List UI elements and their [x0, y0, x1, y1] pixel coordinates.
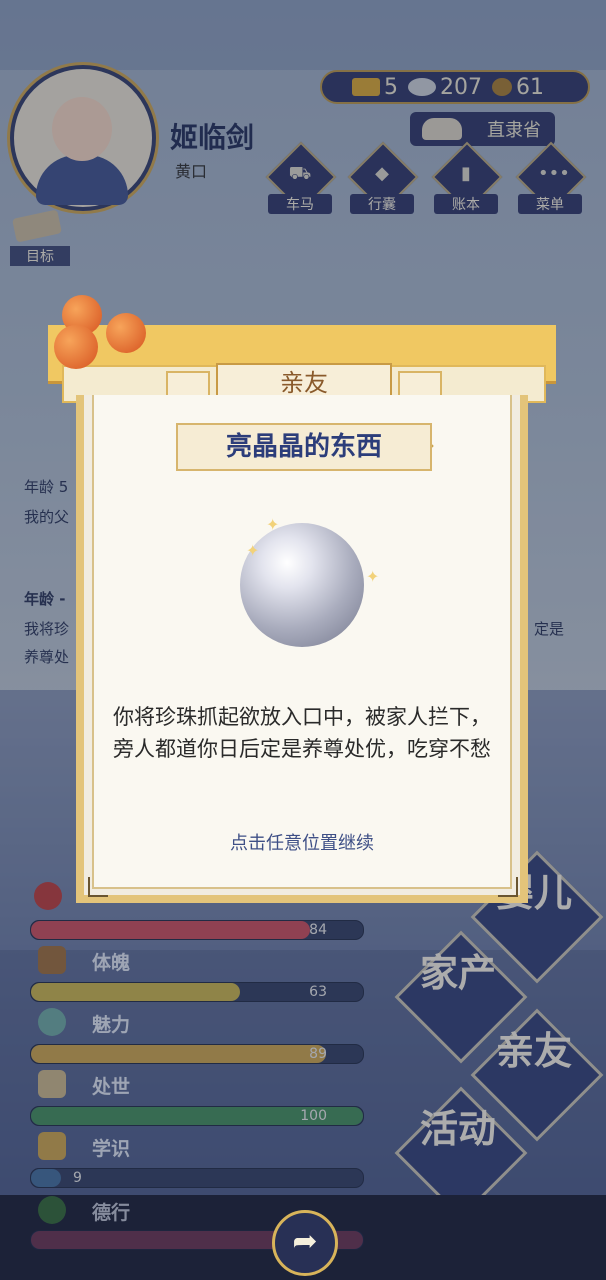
candied-fruit-icon	[54, 325, 98, 369]
corner-ornament	[88, 877, 108, 897]
continue-hint[interactable]: 点击任意位置继续	[76, 829, 528, 855]
sparkle-icon: ✦	[246, 541, 260, 560]
dialog-heading: 亮晶晶的东西	[176, 423, 432, 471]
share-icon: ➦	[292, 1224, 318, 1259]
banner-decoration	[398, 371, 442, 397]
candied-fruit-icon	[106, 313, 146, 353]
sparkle-icon: ✦	[266, 515, 280, 534]
banner-decoration	[166, 371, 210, 397]
dialog-description: 你将珍珠抓起欲放入口中，被家人拦下，旁人都道你日后定是养尊处优，吃穿不愁	[113, 705, 491, 761]
virtue-icon	[38, 1196, 66, 1224]
corner-ornament	[498, 877, 518, 897]
dialog-paper	[76, 395, 528, 903]
sparkle-icon: ✦	[366, 567, 380, 586]
event-dialog[interactable]: 亲友 亮晶晶的东西 ✦ ✦ ✦ 你将珍珠抓起欲放入口中，被家人拦下，旁人都道你日…	[48, 295, 556, 905]
stat-label: 德行	[92, 1202, 131, 1224]
share-button[interactable]: ➦	[272, 1210, 338, 1276]
